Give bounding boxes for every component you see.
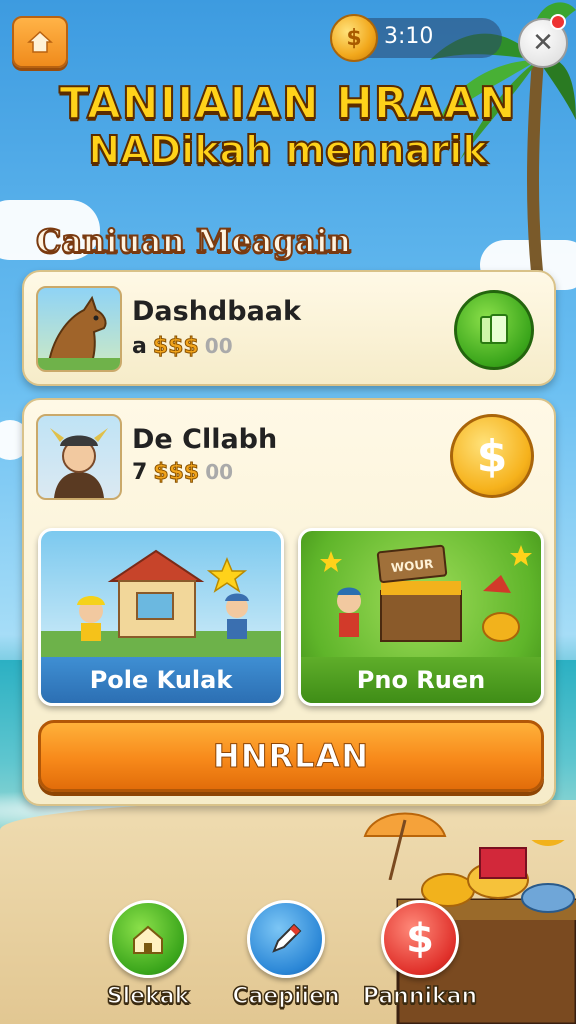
offer-1-name: Dashdbaak: [132, 296, 301, 327]
offer-2-dollar-icons: $$$: [153, 460, 200, 486]
home-button[interactable]: [12, 16, 68, 68]
notification-dot: [550, 14, 566, 30]
panel-shop[interactable]: Pole Kulak: [38, 528, 284, 706]
cards-icon: [480, 314, 508, 344]
nav-item-2-circle: [247, 900, 325, 978]
treasure-scene-icon: WOUR: [320, 544, 532, 642]
nav-item-3-label: Pannikan: [362, 983, 478, 1010]
panel-treasure[interactable]: WOUR Pno Ruen: [298, 528, 544, 706]
dollar-icon: $: [476, 430, 508, 482]
coin-icon: $: [330, 14, 378, 62]
nav-item-3[interactable]: $ Pannikan: [350, 900, 490, 1010]
nav-item-1[interactable]: Slekak: [78, 900, 218, 1010]
timer-text: 3:10: [384, 24, 434, 49]
horse-icon: [38, 295, 120, 370]
horse-avatar: [36, 286, 122, 372]
offer-card-2: De Cllabh 7 $$$ 00 $ Pole Kulak WOUR Pno…: [22, 398, 556, 806]
dollar-icon: $: [406, 916, 434, 962]
close-icon: ✕: [532, 28, 554, 58]
nav-item-2[interactable]: Caepiien: [216, 900, 356, 1010]
offer-2-name: De Cllabh: [132, 424, 278, 455]
main-action-button[interactable]: HNRLAN: [38, 720, 544, 792]
pencil-icon: [272, 923, 302, 953]
section-label: Caniuan Meagain: [35, 221, 352, 261]
viking-avatar: [36, 414, 122, 500]
offer-2-price: 7 $$$ 00: [132, 460, 234, 486]
offer-1-action-button[interactable]: [454, 290, 534, 370]
offer-2-suffix: 00: [205, 460, 234, 484]
viking-icon: [50, 428, 108, 498]
offer-2-prefix: 7: [132, 460, 148, 485]
offer-1-prefix: a: [132, 334, 147, 359]
title-line-1: TANIIAIAN HRAAN: [58, 77, 517, 130]
offer-1-suffix: 00: [204, 334, 233, 358]
home-icon: [27, 30, 53, 53]
panel-treasure-label: Pno Ruen: [301, 657, 541, 703]
nav-item-1-label: Slekak: [106, 983, 190, 1010]
beach-umbrella-icon: [363, 812, 447, 880]
nav-item-1-circle: [109, 900, 187, 978]
panel-shop-label: Pole Kulak: [41, 657, 281, 703]
offer-1-price: a $$$ 00: [132, 334, 233, 360]
nav-item-2-label: Caepiien: [232, 983, 341, 1010]
shop-scene-icon: [41, 549, 281, 657]
nav-item-3-circle: $: [381, 900, 459, 978]
offer-2-coin-button[interactable]: $: [450, 414, 534, 498]
house-icon: [133, 925, 163, 954]
offer-1-dollar-icons: $$$: [152, 334, 199, 360]
offer-card-1[interactable]: Dashdbaak a $$$ 00: [22, 270, 556, 386]
title-line-2: NADikah mennarik: [87, 127, 488, 173]
